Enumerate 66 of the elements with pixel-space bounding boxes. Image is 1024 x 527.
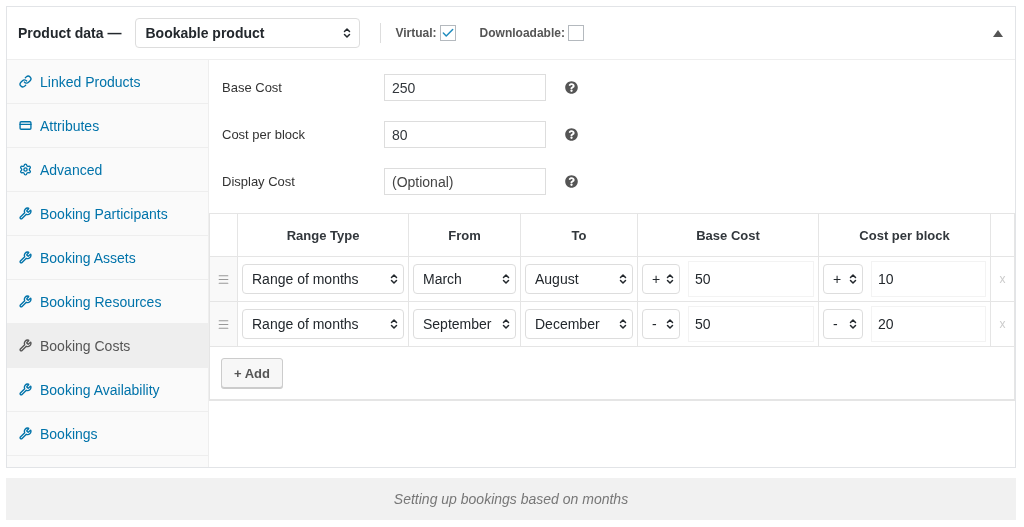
up-down-arrows-icon	[500, 318, 512, 330]
up-down-arrows-icon	[847, 273, 859, 285]
up-down-arrows-icon	[664, 318, 676, 330]
base-cost-input[interactable]: 50	[688, 261, 814, 297]
sidebar-tab[interactable]: Bookings	[7, 412, 208, 456]
caption: Setting up bookings based on months	[6, 478, 1016, 520]
collapse-triangle-icon[interactable]	[993, 29, 1003, 37]
up-down-arrows-icon	[617, 318, 629, 330]
column-header: To	[521, 214, 638, 257]
link-icon	[19, 75, 32, 88]
sidebar-tab[interactable]: Attributes	[7, 104, 208, 148]
add-button[interactable]: + Add	[221, 358, 283, 388]
up-down-arrows-icon	[847, 318, 859, 330]
help-icon[interactable]	[565, 128, 578, 141]
block-cost-input[interactable]: 20	[871, 306, 986, 342]
modifier-dropdown[interactable]: -	[823, 309, 863, 339]
wrench-icon	[19, 251, 32, 264]
panel-title: Product data —	[18, 25, 122, 41]
column-header: Range Type	[238, 214, 409, 257]
base-cost-input[interactable]: 50	[688, 306, 814, 342]
card-icon	[19, 119, 32, 132]
sidebar-tab[interactable]: Advanced	[7, 148, 208, 192]
sidebar-tab[interactable]: Linked Products	[7, 60, 208, 104]
up-down-arrows-icon	[664, 273, 676, 285]
wrench-icon	[19, 383, 32, 396]
field-label: Base Cost	[222, 80, 283, 95]
modifier-dropdown[interactable]: -	[642, 309, 680, 339]
up-down-arrows-icon	[388, 318, 400, 330]
from-dropdown[interactable]: March	[413, 264, 516, 294]
column-header: Cost per block	[819, 214, 991, 257]
wrench-icon	[19, 339, 32, 352]
input-field[interactable]: 250	[384, 74, 546, 101]
input-field[interactable]: 80	[384, 121, 546, 148]
option-label: Virtual:	[395, 26, 437, 40]
to-dropdown[interactable]: August	[525, 264, 633, 294]
help-icon[interactable]	[565, 81, 578, 94]
settings-icon	[19, 163, 32, 176]
modifier-dropdown[interactable]: +	[823, 264, 863, 294]
from-dropdown[interactable]: September	[413, 309, 516, 339]
up-down-arrows-icon	[500, 273, 512, 285]
range-type-dropdown[interactable]: Range of months	[242, 264, 404, 294]
wrench-icon	[19, 207, 32, 220]
drag-handle-icon[interactable]	[217, 272, 230, 286]
help-icon[interactable]	[565, 175, 578, 188]
field-label: Display Cost	[222, 174, 296, 189]
sidebar-tab[interactable]: Booking Participants	[7, 192, 208, 236]
sidebar-tab[interactable]: Booking Costs	[7, 324, 208, 368]
sidebar-tab[interactable]: Booking Availability	[7, 368, 208, 412]
sidebar-tab[interactable]: Booking Assets	[7, 236, 208, 280]
product-type-dropdown[interactable]: Bookable product	[135, 18, 361, 48]
drag-handle-icon[interactable]	[217, 317, 230, 331]
checkbox[interactable]	[439, 25, 456, 41]
column-header: Base Cost	[638, 214, 819, 257]
modifier-dropdown[interactable]: +	[642, 264, 680, 294]
up-down-arrows-icon	[388, 273, 400, 285]
block-cost-input[interactable]: 10	[871, 261, 986, 297]
checkbox[interactable]	[567, 25, 584, 41]
up-down-arrows-icon	[617, 273, 629, 285]
column-header: From	[409, 214, 521, 257]
to-dropdown[interactable]: December	[525, 309, 633, 339]
field-label: Cost per block	[222, 127, 307, 142]
range-type-dropdown[interactable]: Range of months	[242, 309, 404, 339]
wrench-icon	[19, 427, 32, 440]
input-field[interactable]: (Optional)	[384, 168, 546, 195]
wrench-icon	[19, 295, 32, 308]
option-label: Downloadable:	[479, 26, 565, 40]
